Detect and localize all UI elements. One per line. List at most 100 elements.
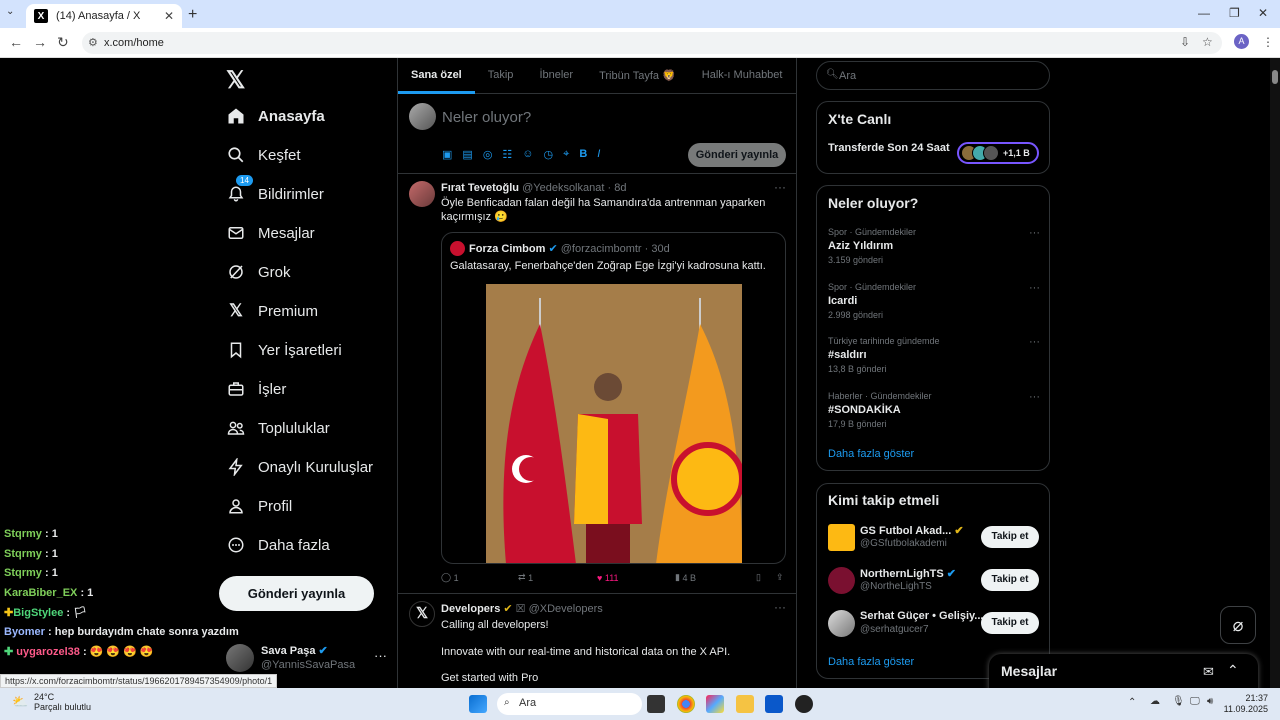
network-icon[interactable]: 🖵 <box>1190 696 1200 707</box>
italic-icon[interactable]: I <box>597 148 600 161</box>
windows-start-icon[interactable] <box>469 695 487 713</box>
search-input[interactable]: 🔍︎ Ara <box>816 61 1050 90</box>
nav-item-messages[interactable]: Mesajlar <box>226 223 315 243</box>
nav-item-jobs[interactable]: İşler <box>226 379 286 399</box>
copilot-icon[interactable] <box>706 695 724 713</box>
tab-for-you[interactable]: Sana özel <box>398 58 475 94</box>
expand-icon[interactable]: ⌃ <box>1227 662 1239 679</box>
reply-button[interactable]: ◯ 1 <box>441 572 518 583</box>
nav-item-grok[interactable]: Grok <box>226 262 291 282</box>
close-window-icon[interactable]: ✕ <box>1258 6 1268 20</box>
show-more-link[interactable]: Daha fazla göster <box>828 656 914 668</box>
like-button[interactable]: ♥ 111 <box>597 572 675 583</box>
tweet[interactable]: 𝕏 Developers ✔ ☒ @XDevelopers ··· Callin… <box>398 594 796 688</box>
microphone-icon[interactable]: 🎙︎ <box>1172 696 1185 707</box>
file-explorer-icon[interactable] <box>736 695 754 713</box>
location-icon[interactable]: ⌖ <box>563 148 569 161</box>
follow-button[interactable]: Takip et <box>981 612 1039 634</box>
tweet[interactable]: Fırat Tevetoğlu @Yedeksolkanat · 8d ··· … <box>398 174 796 594</box>
trend-item[interactable]: Spor · Gündemdekiler Icardi 2.998 gönderi ·… <box>828 282 1040 320</box>
media-icon[interactable]: ▣ <box>442 148 452 161</box>
account-switcher[interactable]: Sava Paşa ✔ @YannisSavaPasa ··· <box>226 642 396 678</box>
more-dots-icon[interactable]: ··· <box>374 648 387 663</box>
views-button[interactable]: ▮ 4 B <box>675 572 756 583</box>
more-dots-icon[interactable]: ··· <box>1029 227 1040 239</box>
nav-item-profile[interactable]: Profil <box>226 496 292 516</box>
nav-item-communities[interactable]: Topluluklar <box>226 418 330 438</box>
tab-list-1[interactable]: İbneler <box>526 58 586 94</box>
live-avatars-pill[interactable]: +1,1 B <box>957 142 1039 164</box>
more-dots-icon[interactable]: ··· <box>774 600 786 614</box>
tab-list-icon[interactable]: ⌄ <box>6 6 14 17</box>
tray-chevron-icon[interactable]: ⌃ <box>1128 697 1136 708</box>
composer-post-button[interactable]: Gönderi yayınla <box>688 143 786 167</box>
nav-item-home[interactable]: Anasayfa <box>226 106 325 126</box>
x-logo-icon[interactable]: 𝕏 <box>409 601 435 627</box>
nav-item-explore[interactable]: Keşfet <box>226 145 301 165</box>
tweet-photo[interactable] <box>486 284 742 563</box>
nav-item-premium[interactable]: 𝕏 Premium <box>226 301 318 321</box>
nav-item-notifications[interactable]: 14 Bildirimler <box>226 175 324 204</box>
profile-avatar[interactable]: A <box>1234 34 1249 49</box>
quote-tweet[interactable]: Forza Cimbom ✔ @forzacimbomtr · 30d Gala… <box>441 232 786 564</box>
more-dots-icon[interactable]: ··· <box>1029 391 1040 403</box>
store-icon[interactable] <box>765 695 783 713</box>
bold-icon[interactable]: B <box>579 148 587 161</box>
task-view-icon[interactable] <box>647 695 665 713</box>
poll-icon[interactable]: ☷ <box>502 148 512 161</box>
url-field[interactable]: ⚙ x.com/home <box>82 32 1222 54</box>
grok-fab-icon[interactable]: ⌀ <box>1220 606 1256 644</box>
tab-following[interactable]: Takip <box>475 58 527 94</box>
trend-item[interactable]: Türkiye tarihinde gündemde #saldırı 13,8 B… <box>828 336 1040 374</box>
bookmark-star-icon[interactable]: ☆ <box>1202 35 1213 49</box>
post-button[interactable]: Gönderi yayınla <box>219 576 374 611</box>
follow-suggestion[interactable]: NorthernLighTS ✔ @NortheLighTS Takip et <box>828 567 1040 601</box>
clock[interactable]: 21:37 11.09.2025 <box>1222 693 1268 715</box>
nav-item-more[interactable]: Daha fazla <box>226 535 330 555</box>
new-message-icon[interactable]: ✉ <box>1203 664 1214 680</box>
browser-tab[interactable]: X (14) Anasayfa / X ✕ <box>26 4 182 28</box>
back-icon[interactable]: ← <box>9 34 23 50</box>
live-item[interactable]: Transferde Son 24 Saat <box>828 142 950 154</box>
nav-item-bookmarks[interactable]: Yer İşaretleri <box>226 340 342 360</box>
follow-button[interactable]: Takip et <box>981 526 1039 548</box>
site-info-icon[interactable]: ⚙ <box>88 36 98 49</box>
emoji-icon[interactable]: ☺ <box>522 148 533 161</box>
taskbar-search[interactable]: ⌕ Ara <box>497 693 642 715</box>
menu-kebab-icon[interactable]: ⋮ <box>1262 35 1274 49</box>
reload-icon[interactable]: ↻ <box>57 34 69 51</box>
gif-icon[interactable]: ▤ <box>462 148 472 161</box>
grok-icon[interactable]: ◎ <box>483 148 493 161</box>
more-dots-icon[interactable]: ··· <box>774 180 786 194</box>
forward-icon[interactable]: → <box>33 34 47 50</box>
repost-button[interactable]: ⇄ 1 <box>518 572 597 583</box>
restore-icon[interactable]: ❐ <box>1229 6 1240 20</box>
bookmark-icon[interactable]: ▯ <box>756 572 776 583</box>
volume-icon[interactable]: 🔊︎ <box>1207 696 1213 707</box>
follow-button[interactable]: Takip et <box>981 569 1039 591</box>
follow-suggestion[interactable]: Serhat Güçer • Gelişiy... @serhatgucer7 … <box>828 610 1040 644</box>
app-icon[interactable] <box>795 695 813 713</box>
follow-suggestion[interactable]: GS Futbol Akad... ✔ @GSfutbolakademi Tak… <box>828 524 1040 558</box>
scrollbar-thumb[interactable] <box>1272 70 1278 84</box>
tab-list-3[interactable]: Halk-ı Muhabbet <box>689 58 796 94</box>
messages-drawer[interactable]: Mesajlar ✉ ⌃ <box>989 654 1258 692</box>
avatar[interactable] <box>409 181 435 207</box>
close-tab-icon[interactable]: ✕ <box>164 9 174 23</box>
trend-item[interactable]: Haberler · Gündemdekiler #SONDAKİKA 17,9 B… <box>828 391 1040 429</box>
schedule-icon[interactable]: ◷ <box>544 148 554 161</box>
chrome-icon[interactable] <box>677 695 695 713</box>
more-dots-icon[interactable]: ··· <box>1029 336 1040 348</box>
weather-widget[interactable]: ⛅ 24°C Parçalı bulutlu <box>12 692 91 712</box>
page-scrollbar[interactable] <box>1270 58 1280 688</box>
show-more-link[interactable]: Daha fazla göster <box>828 448 914 460</box>
nav-item-verified-orgs[interactable]: Onaylı Kuruluşlar <box>226 457 373 477</box>
share-icon[interactable]: ⇪ <box>776 572 784 583</box>
x-logo-icon[interactable]: 𝕏 <box>226 66 245 95</box>
install-app-icon[interactable]: ⇩ <box>1180 35 1190 49</box>
tab-list-2[interactable]: Tribün Tayfa 🦁 <box>586 58 689 94</box>
minimize-icon[interactable]: — <box>1198 6 1210 20</box>
composer-input[interactable]: Neler oluyor? <box>442 109 531 126</box>
trend-item[interactable]: Spor · Gündemdekiler Aziz Yıldırım 3.159 g… <box>828 227 1040 265</box>
new-tab-icon[interactable]: + <box>188 6 197 24</box>
